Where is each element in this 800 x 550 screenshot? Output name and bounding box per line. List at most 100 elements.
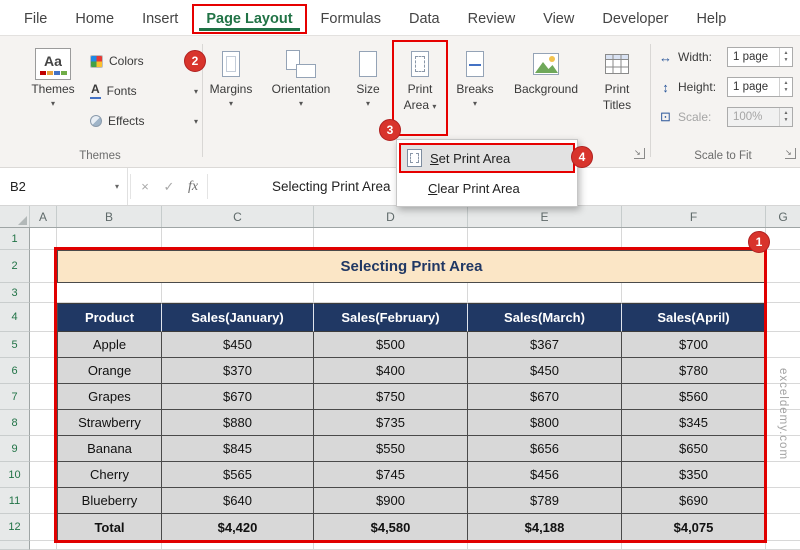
insert-function-icon[interactable]: fx [181,168,205,205]
cell[interactable]: $656 [468,436,622,462]
name-box[interactable]: B2 ▾ [0,168,128,205]
cell[interactable] [314,283,468,303]
cell[interactable] [766,332,800,358]
cell[interactable] [30,303,57,332]
cell-header[interactable]: Sales(February) [314,303,468,332]
orientation-button[interactable]: Orientation ▾ [260,42,342,144]
spinner-arrows-icon[interactable]: ▲▼ [779,48,792,66]
cell[interactable]: $670 [162,384,314,410]
cell[interactable] [766,462,800,488]
row-header[interactable]: 6 [0,358,30,384]
cell[interactable] [622,541,766,550]
row-header[interactable]: 9 [0,436,30,462]
spinner-arrows-icon[interactable]: ▲▼ [779,108,792,126]
cell[interactable]: $456 [468,462,622,488]
col-header-b[interactable]: B [57,206,162,227]
cell[interactable] [30,488,57,514]
tab-developer[interactable]: Developer [588,4,682,34]
height-input[interactable]: 1 page ▲▼ [727,77,793,97]
cell[interactable]: $350 [622,462,766,488]
cell[interactable] [314,228,468,250]
cell[interactable] [162,541,314,550]
cell[interactable]: $845 [162,436,314,462]
cell[interactable] [766,488,800,514]
themes-button[interactable]: Aa Themes ▾ [24,42,82,144]
cell-header[interactable]: Sales(January) [162,303,314,332]
cell[interactable]: $900 [314,488,468,514]
cell-total[interactable]: $4,075 [622,514,766,541]
cell-header[interactable]: Sales(April) [622,303,766,332]
select-all-corner[interactable] [0,206,30,227]
tab-insert[interactable]: Insert [128,4,192,34]
cell[interactable] [30,228,57,250]
cell[interactable] [30,541,57,550]
cell[interactable] [766,541,800,550]
cell[interactable] [162,283,314,303]
cell[interactable]: Strawberry [57,410,162,436]
cell[interactable] [468,228,622,250]
cell-header[interactable]: Product [57,303,162,332]
cell[interactable]: $500 [314,332,468,358]
row-header[interactable]: 3 [0,283,30,303]
cell-total[interactable]: $4,580 [314,514,468,541]
cell[interactable]: $745 [314,462,468,488]
cell[interactable]: $370 [162,358,314,384]
cell[interactable] [30,250,57,283]
colors-button[interactable]: Colors ▾ [88,48,198,74]
cell[interactable]: $800 [468,410,622,436]
col-header-d[interactable]: D [314,206,468,227]
enter-icon[interactable]: ✓ [157,168,181,205]
width-input[interactable]: 1 page ▲▼ [727,47,793,67]
cell[interactable]: $345 [622,410,766,436]
cell[interactable]: $550 [314,436,468,462]
cell-total[interactable]: $4,420 [162,514,314,541]
cell[interactable]: Orange [57,358,162,384]
cell[interactable] [162,228,314,250]
row-header[interactable]: 4 [0,303,30,332]
tab-review[interactable]: Review [454,4,530,34]
cell[interactable] [468,541,622,550]
tab-data[interactable]: Data [395,4,454,34]
row-header[interactable]: 12 [0,514,30,541]
cell[interactable] [57,283,162,303]
cell[interactable] [314,541,468,550]
cell[interactable]: $450 [468,358,622,384]
cell[interactable] [30,332,57,358]
print-area-button[interactable]: Print Area ▾ [394,42,446,144]
col-header-c[interactable]: C [162,206,314,227]
col-header-f[interactable]: F [622,206,766,227]
cell[interactable]: Grapes [57,384,162,410]
cell-total[interactable]: Total [57,514,162,541]
cell[interactable]: $367 [468,332,622,358]
tab-file[interactable]: File [10,4,61,34]
cell[interactable] [622,228,766,250]
cell[interactable] [622,283,766,303]
tab-view[interactable]: View [529,4,588,34]
cell[interactable] [766,283,800,303]
breaks-button[interactable]: Breaks ▾ [450,42,500,144]
cell[interactable]: $880 [162,410,314,436]
col-header-g[interactable]: G [766,206,800,227]
cell[interactable] [766,303,800,332]
row-header[interactable]: 7 [0,384,30,410]
col-header-e[interactable]: E [468,206,622,227]
cell[interactable]: $700 [622,332,766,358]
tab-home[interactable]: Home [61,4,128,34]
cell[interactable] [57,228,162,250]
cell[interactable]: $735 [314,410,468,436]
cell[interactable]: Banana [57,436,162,462]
row-header[interactable]: 10 [0,462,30,488]
menu-item-clear-print-area[interactable]: Clear Print Area [399,173,575,203]
row-header[interactable]: 1 [0,228,30,250]
cell[interactable]: $560 [622,384,766,410]
tab-page-layout[interactable]: Page Layout [192,4,306,34]
row-header[interactable]: 5 [0,332,30,358]
cell[interactable]: $789 [468,488,622,514]
background-button[interactable]: Background [504,42,588,144]
cell-title[interactable]: Selecting Print Area [57,250,766,283]
cancel-icon[interactable]: × [133,168,157,205]
cell[interactable]: $780 [622,358,766,384]
cell[interactable] [30,462,57,488]
cell[interactable]: $450 [162,332,314,358]
spinner-arrows-icon[interactable]: ▲▼ [779,78,792,96]
